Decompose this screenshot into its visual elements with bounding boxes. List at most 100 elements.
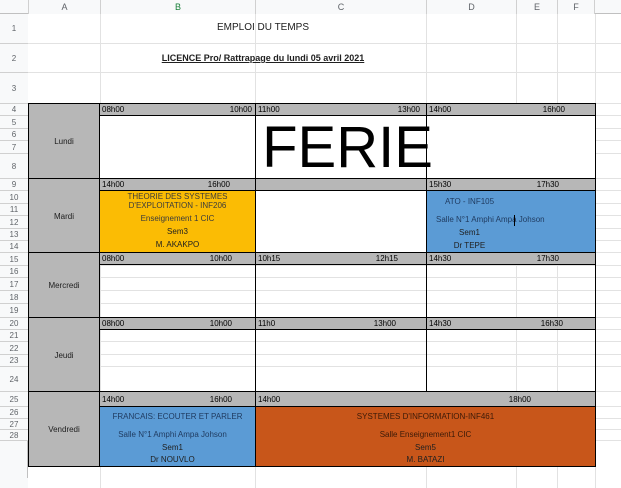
slot-end: 16h00 (209, 395, 232, 404)
course-room: Salle N°1 Amphi Ampa Johson (436, 215, 545, 224)
slot-start: 08h00 (102, 105, 125, 114)
row-header-27[interactable]: 27 (0, 419, 28, 430)
row-header-2[interactable]: 2 (0, 44, 28, 73)
day-label-vendredi: Vendredi (28, 392, 100, 466)
day-label-mardi: Mardi (28, 179, 100, 253)
row-header-17[interactable]: 17 (0, 278, 28, 291)
slot-end: 10h00 (209, 254, 232, 263)
slot-start: 14h00 (102, 180, 125, 189)
course-semester: Sem1 (459, 228, 480, 237)
column-header-f[interactable]: F (557, 0, 595, 14)
table-border (100, 406, 595, 407)
row-header-22[interactable]: 22 (0, 342, 28, 355)
slot-start: 14h00 (258, 395, 281, 404)
row-gridline (28, 341, 621, 342)
slot-end: 12h15 (375, 254, 398, 263)
day-label-mercredi: Mercredi (28, 253, 100, 318)
row-header-4[interactable]: 4 (0, 104, 28, 116)
slot-start: 14h00 (429, 105, 452, 114)
table-border (100, 190, 595, 191)
row-header-7[interactable]: 7 (0, 141, 28, 154)
table-border (28, 317, 596, 318)
row-gridline (28, 303, 621, 304)
course-ato[interactable]: ATO - INF105 Salle N°1 Amphi Ampa Johson… (427, 191, 595, 253)
row-gridline (28, 265, 621, 266)
slot-start: 08h00 (102, 319, 125, 328)
column-header-a[interactable]: A (28, 0, 100, 14)
course-professor: M. AKAKPO (155, 239, 200, 249)
row-header-8[interactable]: 8 (0, 154, 28, 179)
row-header-19[interactable]: 19 (0, 304, 28, 318)
slot-start: 10h15 (258, 254, 281, 263)
table-border (100, 115, 595, 116)
course-theorie-systemes[interactable]: THEORIE DES SYSTEMES D'EXPLOITATION - IN… (100, 191, 255, 253)
slot-end: 18h00 (508, 395, 531, 404)
table-border (595, 103, 596, 467)
mardi-empty-slot[interactable] (256, 191, 426, 253)
row-header-10[interactable]: 10 (0, 191, 28, 204)
table-border (28, 103, 29, 467)
slot-start: 11h0 (258, 319, 276, 328)
row-header-16[interactable]: 16 (0, 266, 28, 278)
table-border (255, 103, 256, 392)
schedule-title: EMPLOI DU TEMPS (216, 21, 310, 33)
column-header-d[interactable]: D (426, 0, 516, 14)
row-header-23[interactable]: 23 (0, 355, 28, 367)
schedule-subtitle: LICENCE Pro/ Rattrapage du lundi 05 avri… (161, 53, 365, 63)
row-header-3[interactable]: 3 (0, 73, 28, 104)
course-semester: Sem5 (415, 442, 436, 452)
slot-end: 17h30 (536, 180, 559, 189)
row-header-18[interactable]: 18 (0, 291, 28, 304)
slot-end: 10h00 (209, 319, 232, 328)
table-border (28, 252, 596, 253)
course-semester: Sem1 (162, 442, 183, 452)
slot-start: 14h00 (102, 395, 125, 404)
row-header-25[interactable]: 25 (0, 392, 28, 407)
slot-start: 14h30 (429, 319, 452, 328)
course-title-line1: THEORIE DES SYSTEMES (127, 192, 228, 201)
row-header-28[interactable]: 28 (0, 430, 28, 441)
column-header-c[interactable]: C (255, 0, 426, 14)
course-professor: M. BATAZI (406, 454, 445, 464)
course-title-line2: D'EXPLOITATION - INF206 (128, 201, 227, 210)
course-francais[interactable]: FRANCAIS: ECOUTER ET PARLER Salle N°1 Am… (100, 407, 255, 466)
row-header-11[interactable]: 11 (0, 204, 28, 216)
row-gridline (28, 366, 621, 367)
row-header-9[interactable]: 9 (0, 179, 28, 191)
row-header-24[interactable]: 24 (0, 367, 28, 392)
table-border (255, 392, 256, 466)
row-header-14[interactable]: 14 (0, 241, 28, 253)
row-header-5[interactable]: 5 (0, 116, 28, 129)
slot-start: 08h00 (102, 254, 125, 263)
row-gridline (28, 290, 621, 291)
course-systemes-information[interactable]: SYSTEMES D'INFORMATION-INF461 Salle Ense… (256, 407, 595, 466)
slot-end: 13h00 (373, 319, 396, 328)
row-header-15[interactable]: 15 (0, 253, 28, 266)
row-header-20[interactable]: 20 (0, 318, 28, 330)
row-gridline (28, 277, 621, 278)
row-header-12[interactable]: 12 (0, 216, 28, 229)
row-header-1[interactable]: 1 (0, 14, 28, 44)
row-header-13[interactable]: 13 (0, 229, 28, 241)
table-border (426, 103, 427, 392)
row-header-26[interactable]: 26 (0, 407, 28, 419)
course-title: SYSTEMES D'INFORMATION-INF461 (356, 411, 495, 421)
row-header-21[interactable]: 21 (0, 330, 28, 342)
column-header-e[interactable]: E (516, 0, 557, 14)
row-header-6[interactable]: 6 (0, 129, 28, 141)
slot-end: 16h00 (207, 180, 230, 189)
slot-start: 11h00 (258, 105, 280, 114)
slot-start: 15h30 (429, 180, 452, 189)
day-label-jeudi: Jeudi (28, 318, 100, 392)
table-border (100, 329, 595, 330)
column-header-b[interactable]: B (100, 0, 255, 14)
course-room: Enseignement 1 CIC (140, 214, 215, 223)
table-border (28, 466, 596, 467)
course-professor: Dr NOUVLO (150, 454, 195, 464)
table-border (28, 391, 596, 392)
vendredi-slot-2: 14h00 18h00 (256, 392, 595, 407)
course-semester: Sem3 (167, 227, 188, 236)
day-label-lundi: Lundi (28, 104, 100, 179)
row-gridline (28, 72, 621, 73)
vendredi-slot-1: 14h00 16h00 (100, 392, 255, 407)
